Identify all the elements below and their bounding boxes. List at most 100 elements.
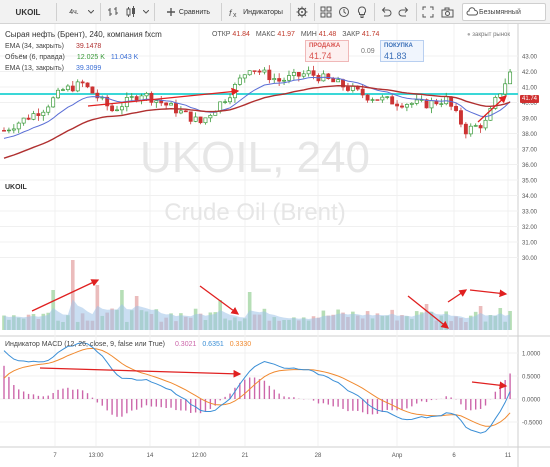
compare-button[interactable]: Сравнить <box>158 3 218 21</box>
volume-value-2: 11.043 K <box>110 54 139 61</box>
ohlc-low-label: МИН <box>300 31 317 38</box>
sell-button[interactable]: ПРОДАЖА 41.74 <box>305 40 349 62</box>
candle-body <box>203 117 208 124</box>
time-tick-label: 12:00 <box>191 453 207 459</box>
bar-style-icon <box>108 7 118 16</box>
candle-body <box>188 111 193 122</box>
chevron-down-icon <box>143 10 149 14</box>
candle-body <box>36 113 41 116</box>
sell-label: ПРОДАЖА <box>309 43 341 49</box>
cloud-icon <box>466 7 478 16</box>
candle-body <box>390 96 395 105</box>
price-tick-label: 42.00 <box>522 70 538 76</box>
candle-body <box>2 130 6 132</box>
alert-button[interactable] <box>336 3 352 21</box>
indicators-button[interactable]: fx Индикаторы <box>226 3 286 21</box>
candle-body <box>277 78 282 82</box>
candle-body <box>429 100 434 109</box>
redo-button[interactable] <box>396 3 412 21</box>
time-tick-label: 6 <box>452 453 456 459</box>
volume-ma-area <box>4 299 511 330</box>
price-tick-label: 38.00 <box>522 132 538 138</box>
ohlc-high-value: 41.97 <box>277 31 295 38</box>
ema13-legend[interactable]: EMA (13, закрыть) 39.3099 <box>5 65 101 72</box>
save-layout-button[interactable]: Безымянный <box>462 3 546 21</box>
candle-body <box>247 70 252 76</box>
candle-body <box>508 71 513 85</box>
candle-body <box>414 99 419 104</box>
symbol-search[interactable]: UKOIL <box>4 3 52 21</box>
candle-body <box>70 85 75 92</box>
undo-button[interactable] <box>378 3 394 21</box>
spread-value: 0.09 <box>361 48 375 55</box>
watermark-name: Crude Oil (Brent) <box>164 199 345 226</box>
camera-icon <box>441 7 453 17</box>
candle-body <box>193 116 198 122</box>
macd-tick-label: 1.0000 <box>522 352 541 358</box>
market-status-dot: ● <box>467 32 471 38</box>
chart-canvas[interactable]: 43.0042.0041.0040.0039.0038.0037.0036.00… <box>0 24 550 467</box>
macd-tick-label: -0.5000 <box>522 421 543 427</box>
bar-style-button[interactable] <box>104 3 122 21</box>
sell-price: 41.74 <box>309 51 332 61</box>
last-price-tag: 41.74 <box>520 95 540 103</box>
candle-body <box>119 106 124 111</box>
ema34-value: 39.1478 <box>75 43 102 50</box>
candle-body <box>164 102 169 106</box>
interval-label: 4ч. <box>69 8 79 16</box>
candle-style-icon <box>126 6 135 17</box>
candle-body <box>306 70 311 75</box>
time-tick-label: Апр <box>392 453 403 459</box>
candle-body <box>149 92 154 103</box>
top-toolbar: UKOIL 4ч. Сравнить fx Индикаторы Безымян… <box>0 0 550 24</box>
bulb-icon <box>357 6 367 18</box>
fullscreen-button[interactable] <box>420 3 436 21</box>
price-tick-label: 32.00 <box>522 225 538 231</box>
time-tick-label: 21 <box>242 453 249 459</box>
ohlc-open-value: 41.84 <box>232 31 250 38</box>
buy-button[interactable]: ПОКУПКА 41.83 <box>380 40 424 62</box>
price-tick-label: 33.00 <box>522 210 538 216</box>
templates-button[interactable] <box>318 3 334 21</box>
candle-body <box>169 103 174 106</box>
candle-body <box>473 125 478 127</box>
candle-body <box>178 110 183 114</box>
candle-body <box>272 78 277 81</box>
price-tick-label: 35.00 <box>522 179 538 185</box>
macd-tick-label: 0.5000 <box>522 375 541 381</box>
symbol-name: UKOIL <box>15 7 41 17</box>
macd-legend[interactable]: Индикатор MACD (12, 26, close, 9, false … <box>5 341 251 348</box>
candle-body <box>503 83 508 95</box>
interval-dropdown[interactable] <box>86 3 96 21</box>
snapshot-button[interactable] <box>438 3 456 21</box>
candle-body <box>46 106 51 113</box>
settings-button[interactable] <box>294 3 310 21</box>
candle-body <box>380 96 385 101</box>
candle-body <box>252 70 257 72</box>
candle-body <box>336 79 341 83</box>
chart-style-dropdown[interactable] <box>140 3 152 21</box>
interval-selector[interactable]: 4ч. <box>62 3 86 21</box>
candle-body <box>110 105 115 112</box>
candle-body <box>360 88 365 96</box>
ohlc-readout: ОТКР 41.84 МАКС 41.97 МИН 41.48 ЗАКР 41.… <box>212 31 383 38</box>
volume-legend[interactable]: Объём (6, правда) 12.025 K 11.043 K <box>5 54 138 61</box>
candle-body <box>6 129 11 132</box>
price-tick-label: 43.00 <box>522 55 538 61</box>
candle-body <box>159 100 164 104</box>
trend-arrow <box>447 289 468 303</box>
candle-body <box>80 81 85 84</box>
candle-body <box>223 101 228 103</box>
candle-body <box>400 105 404 108</box>
ideas-button[interactable] <box>354 3 370 21</box>
layout-name: Безымянный <box>479 8 521 16</box>
candle-body <box>16 122 21 130</box>
candle-body <box>262 69 267 73</box>
ema34-legend[interactable]: EMA (34, закрыть) 39.1478 <box>5 43 101 50</box>
candle-body <box>129 96 134 98</box>
settings-icon <box>296 6 308 18</box>
ema13-label: EMA (13, закрыть) <box>5 65 65 72</box>
chart-area[interactable]: 43.00 42.00 41.00 40.00 39.00 38.00 37.00 36.00… <box>0 24 550 467</box>
alert-icon <box>339 7 349 17</box>
candle-style-button[interactable] <box>122 3 140 21</box>
